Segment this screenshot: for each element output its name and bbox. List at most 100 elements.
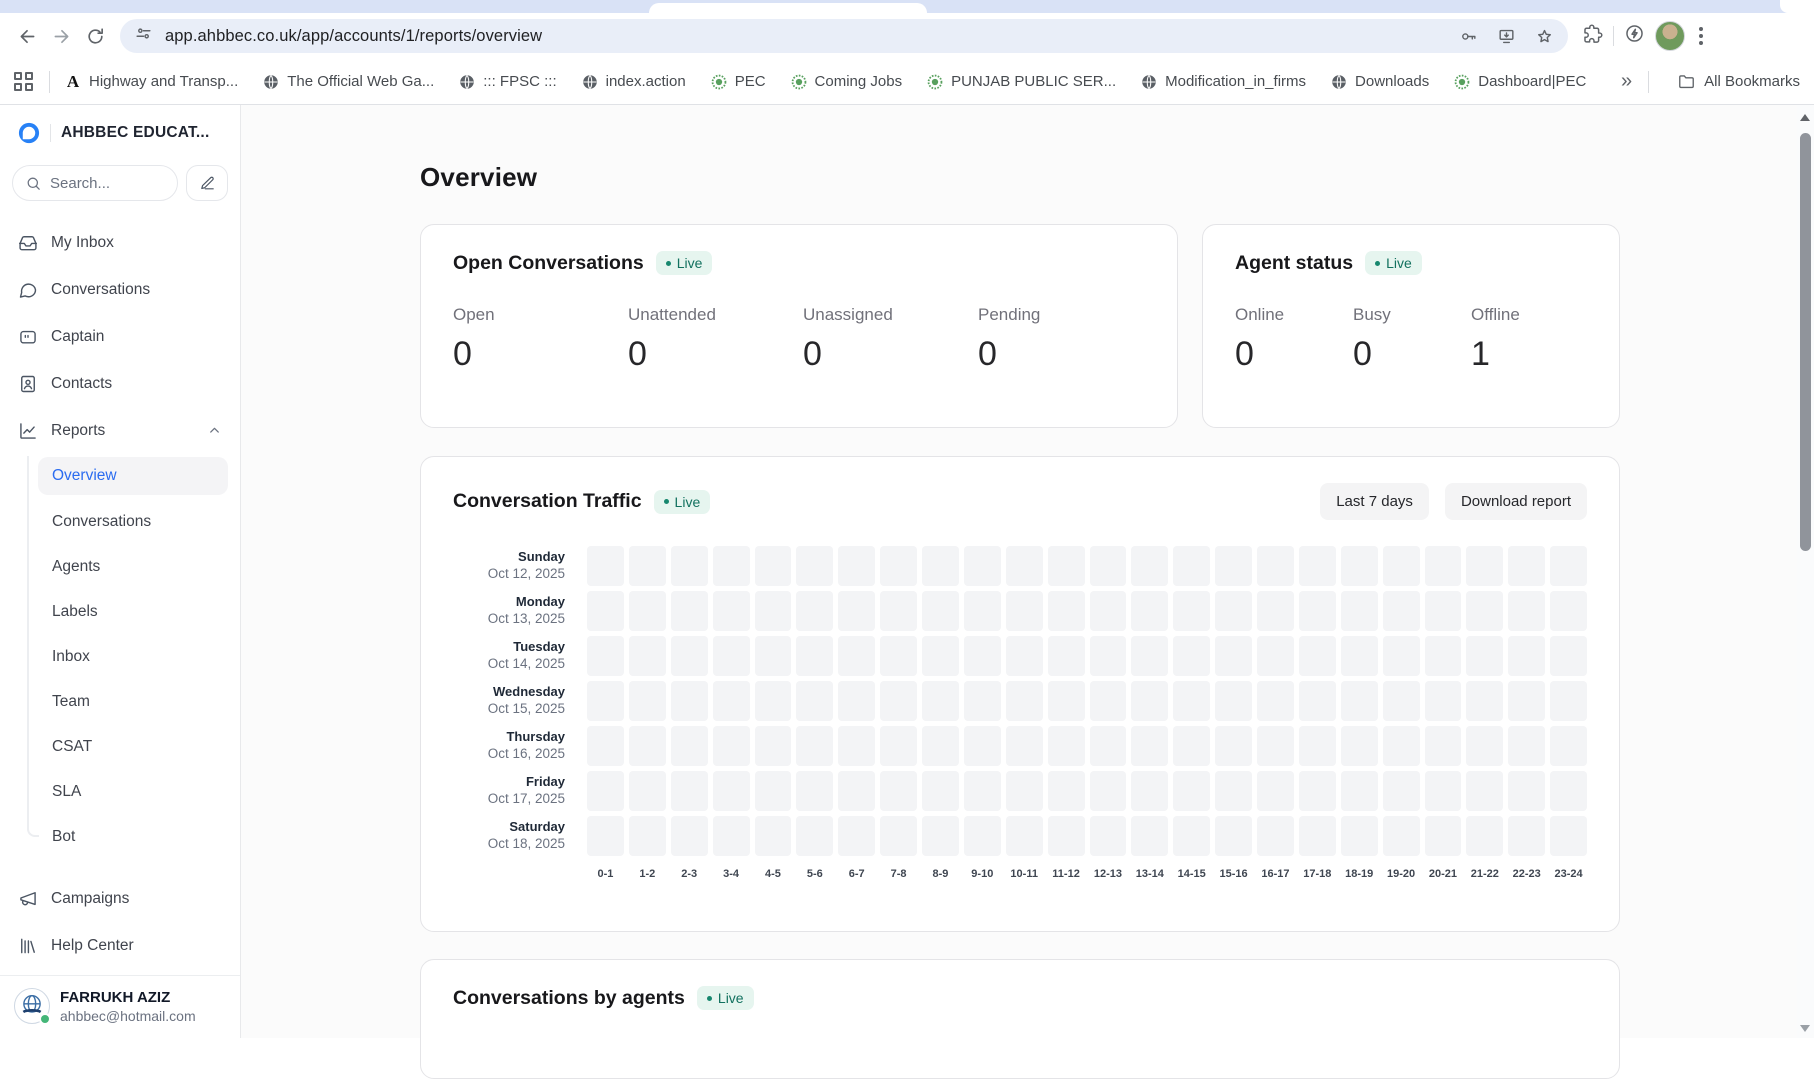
page-scrollbar[interactable] — [1797, 105, 1814, 1038]
heatmap-hour-label: 9-10 — [964, 868, 1001, 880]
conversation-traffic-card: Conversation Traffic Live Last 7 days Do… — [420, 456, 1620, 932]
reports-submenu-item-overview[interactable]: Overview — [38, 457, 228, 495]
heatmap-cell — [1131, 816, 1168, 856]
bookmark-item[interactable]: Dashboard|PEC — [1453, 73, 1586, 91]
bookmark-label: PEC — [735, 73, 766, 90]
chatwoot-logo-icon[interactable] — [18, 122, 40, 144]
scrollbar-thumb[interactable] — [1800, 133, 1811, 551]
heatmap-cell — [629, 681, 666, 721]
install-app-icon[interactable] — [1490, 20, 1522, 52]
reports-submenu-item-labels[interactable]: Labels — [38, 589, 228, 634]
heatmap-cell — [796, 591, 833, 631]
heatmap-cell — [1131, 636, 1168, 676]
heatmap-hour-label: 19-20 — [1383, 868, 1420, 880]
heatmap-cell — [1257, 591, 1294, 631]
heatmap-cell — [796, 546, 833, 586]
workspace-name[interactable]: AHBBEC EDUCAT... — [61, 124, 209, 142]
bookmark-item[interactable]: Modification_in_firms — [1140, 73, 1306, 91]
heatmap-cell — [922, 681, 959, 721]
heatmap-hour-label: 5-6 — [796, 868, 833, 880]
bookmark-label: ::: FPSC ::: — [483, 73, 556, 90]
download-report-button[interactable]: Download report — [1445, 483, 1587, 520]
password-key-icon[interactable] — [1452, 20, 1484, 52]
user-name: FARRUKH AZIZ — [60, 989, 196, 1006]
bookmark-item[interactable]: The Official Web Ga... — [262, 73, 434, 91]
heatmap-cell — [1508, 591, 1545, 631]
url-text[interactable]: app.ahbbec.co.uk/app/accounts/1/reports/… — [165, 27, 1452, 46]
letter-a-favicon-icon: A — [64, 73, 82, 91]
reports-submenu-item-agents[interactable]: Agents — [38, 544, 228, 589]
heatmap-row-label: SaturdayOct 18, 2025 — [453, 819, 565, 852]
forward-button[interactable] — [44, 19, 78, 53]
apps-grid-icon[interactable] — [14, 72, 33, 91]
sidebar-item-help-center[interactable]: Help Center — [12, 922, 228, 969]
browser-profile-avatar[interactable] — [1655, 21, 1685, 51]
compose-button[interactable] — [186, 165, 228, 201]
bookmark-item[interactable]: PUNJAB PUBLIC SER... — [926, 73, 1116, 91]
sidebar-item-contacts[interactable]: Contacts — [12, 360, 228, 407]
bookmarks-overflow-chevron[interactable]: » — [1621, 70, 1632, 93]
bookmark-item[interactable]: Downloads — [1330, 73, 1429, 91]
all-bookmarks-button[interactable]: All Bookmarks — [1677, 72, 1800, 91]
reports-submenu: Overview ConversationsAgentsLabelsInboxTe… — [12, 454, 228, 859]
address-bar[interactable]: app.ahbbec.co.uk/app/accounts/1/reports/… — [120, 19, 1568, 53]
heatmap-cell — [1466, 726, 1503, 766]
browser-menu-icon[interactable] — [1695, 23, 1707, 49]
reload-button[interactable] — [78, 19, 112, 53]
scrollbar-down-arrow[interactable] — [1800, 1025, 1810, 1032]
date-range-button[interactable]: Last 7 days — [1320, 483, 1429, 520]
reports-submenu-item-team[interactable]: Team — [38, 679, 228, 724]
back-button[interactable] — [10, 19, 44, 53]
online-status-dot — [39, 1013, 51, 1025]
sidebar-item-campaigns[interactable]: Campaigns — [12, 875, 228, 922]
heatmap-cell — [1257, 636, 1294, 676]
user-profile[interactable]: FARRUKH AZIZ ahbbec@hotmail.com — [12, 976, 228, 1038]
heatmap-row-label: TuesdayOct 14, 2025 — [453, 639, 565, 672]
reports-submenu-item-inbox[interactable]: Inbox — [38, 634, 228, 679]
heatmap-cell — [755, 546, 792, 586]
live-badge: Live — [656, 251, 713, 275]
sidebar-item-reports[interactable]: Reports — [12, 407, 228, 454]
reports-submenu-item-conversations[interactable]: Conversations — [38, 499, 228, 544]
heatmap-cell — [713, 816, 750, 856]
bookmark-item[interactable]: Coming Jobs — [790, 73, 903, 91]
heatmap-cell — [1090, 636, 1127, 676]
bookmarks-list: AHighway and Transp... The Official Web G… — [64, 73, 1613, 91]
heatmap-cell — [1090, 726, 1127, 766]
search-icon — [25, 175, 42, 192]
bookmark-item[interactable]: AHighway and Transp... — [64, 73, 238, 91]
sidebar-item-label: Conversations — [51, 281, 222, 299]
metric-offline: Offline1 — [1471, 305, 1589, 374]
heatmap-cell — [587, 816, 624, 856]
search-placeholder: Search... — [50, 175, 110, 192]
performance-icon[interactable] — [1624, 23, 1645, 49]
search-input[interactable]: Search... — [12, 165, 178, 201]
sidebar-item-my-inbox[interactable]: My Inbox — [12, 219, 228, 266]
heatmap-cell — [922, 726, 959, 766]
bookmark-item[interactable]: index.action — [581, 73, 686, 91]
reports-submenu-item-bot[interactable]: Bot — [38, 814, 228, 859]
site-settings-icon[interactable] — [134, 24, 153, 48]
reports-submenu-item-sla[interactable]: SLA — [38, 769, 228, 814]
heatmap-cell — [1257, 681, 1294, 721]
heatmap-cell — [1048, 591, 1085, 631]
scrollbar-up-arrow[interactable] — [1800, 114, 1810, 121]
heatmap-cell — [587, 771, 624, 811]
extensions-icon[interactable] — [1582, 23, 1603, 49]
heatmap-cell — [629, 816, 666, 856]
heatmap-cell — [671, 681, 708, 721]
heatmap-date-label: Oct 18, 2025 — [453, 836, 565, 853]
bookmark-item[interactable]: ::: FPSC ::: — [458, 73, 556, 91]
heatmap-cell — [1048, 726, 1085, 766]
heatmap-row-label: WednesdayOct 15, 2025 — [453, 684, 565, 717]
heatmap-row-label: MondayOct 13, 2025 — [453, 594, 565, 627]
heatmap-cell — [1299, 816, 1336, 856]
active-tab[interactable] — [649, 3, 927, 13]
sidebar-item-conversations[interactable]: Conversations — [12, 266, 228, 313]
bookmark-item[interactable]: PEC — [710, 73, 766, 91]
sidebar-item-captain[interactable]: Captain — [12, 313, 228, 360]
heatmap-cells — [587, 681, 1587, 721]
bookmark-star-icon[interactable] — [1528, 20, 1560, 52]
heatmap-cell — [1048, 816, 1085, 856]
reports-submenu-item-csat[interactable]: CSAT — [38, 724, 228, 769]
